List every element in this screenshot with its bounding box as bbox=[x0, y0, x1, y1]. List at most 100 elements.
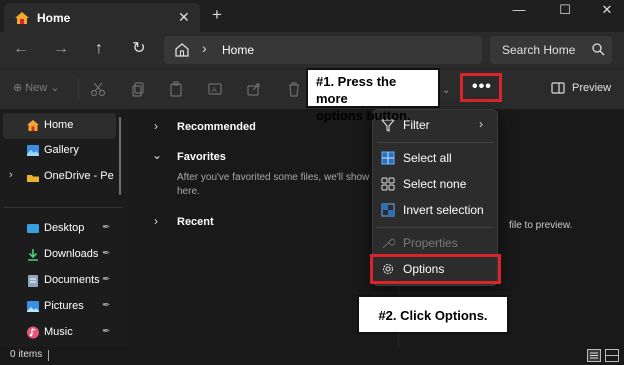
sidebar-item-home[interactable]: Home bbox=[3, 113, 116, 139]
details-view-icon[interactable] bbox=[587, 349, 601, 362]
title-bar: Home ✕ + — ☐ ✕ bbox=[0, 0, 624, 32]
close-window-button[interactable]: ✕ bbox=[597, 2, 617, 18]
sidebar-scrollbar[interactable] bbox=[119, 117, 121, 195]
tab-home[interactable]: Home ✕ bbox=[4, 3, 200, 32]
home-outline-icon bbox=[175, 43, 189, 57]
section-favorites[interactable]: Favorites bbox=[177, 151, 226, 163]
sidebar-item-music[interactable]: Music ✒ bbox=[0, 320, 124, 346]
sidebar-label: Home bbox=[44, 119, 74, 131]
up-button[interactable]: ↑ bbox=[88, 38, 110, 60]
search-icon bbox=[592, 43, 605, 56]
sidebar-item-pictures[interactable]: Pictures ✒ bbox=[0, 294, 124, 320]
sidebar-item-documents[interactable]: Documents ✒ bbox=[0, 268, 124, 294]
callout-text: options button. bbox=[316, 108, 411, 123]
item-count: 0 items bbox=[10, 349, 43, 360]
address-bar[interactable]: › Home bbox=[164, 36, 482, 64]
sidebar-label: Desktop bbox=[44, 222, 85, 234]
options-highlight bbox=[370, 254, 501, 284]
select-none-icon bbox=[381, 177, 395, 191]
preview-label: Preview bbox=[572, 82, 612, 94]
properties-icon bbox=[382, 238, 395, 249]
submenu-arrow-icon: › bbox=[479, 117, 483, 131]
invert-selection-icon bbox=[381, 203, 395, 217]
refresh-button[interactable]: ↻ bbox=[128, 38, 150, 60]
more-options-button[interactable]: ••• bbox=[460, 73, 502, 102]
sidebar-item-gallery[interactable]: Gallery bbox=[0, 138, 124, 164]
tab-close-button[interactable]: ✕ bbox=[178, 9, 190, 26]
rename-icon[interactable]: A bbox=[207, 81, 223, 97]
search-input[interactable]: Search Home bbox=[502, 43, 575, 57]
preview-pane-icon bbox=[551, 82, 565, 94]
status-divider bbox=[48, 350, 49, 361]
chevron-down-icon[interactable]: ⌄ bbox=[152, 148, 162, 162]
svg-text:A: A bbox=[212, 86, 217, 94]
documents-icon bbox=[28, 275, 38, 287]
tiles-view-icon[interactable] bbox=[605, 349, 619, 362]
onedrive-icon bbox=[27, 175, 39, 182]
search-box[interactable]: Search Home bbox=[490, 36, 612, 64]
delete-icon[interactable] bbox=[286, 81, 302, 97]
menu-separator bbox=[377, 227, 493, 228]
forward-button[interactable]: → bbox=[50, 38, 72, 60]
section-recommended[interactable]: Recommended bbox=[177, 121, 256, 133]
toolbar-divider bbox=[78, 79, 79, 99]
sidebar-item-downloads[interactable]: Downloads ✒ bbox=[0, 242, 124, 268]
menu-item-invert-selection[interactable]: Invert selection bbox=[373, 197, 497, 223]
callout-text: #1. Press the more bbox=[316, 74, 397, 106]
menu-separator bbox=[377, 142, 493, 143]
sidebar-label: Documents bbox=[44, 274, 100, 286]
pictures-icon bbox=[27, 301, 39, 312]
pin-icon: ✒ bbox=[102, 300, 111, 311]
favorites-empty-message: After you've favorited some files, we'll… bbox=[177, 172, 395, 197]
sidebar-label: Music bbox=[44, 326, 73, 338]
tab-title: Home bbox=[37, 11, 71, 25]
preview-pane-message: file to preview. bbox=[509, 220, 573, 231]
menu-item-properties: Properties bbox=[373, 230, 497, 256]
minimize-button[interactable]: — bbox=[509, 2, 529, 17]
chevron-right-icon[interactable]: › bbox=[154, 214, 158, 228]
pin-icon: ✒ bbox=[102, 274, 111, 285]
sidebar-item-onedrive[interactable]: › OneDrive - Perso bbox=[0, 164, 124, 190]
sidebar-label: Downloads bbox=[44, 248, 99, 260]
select-all-icon bbox=[381, 151, 395, 165]
copy-icon[interactable] bbox=[130, 81, 146, 97]
breadcrumb-home[interactable]: Home bbox=[222, 43, 254, 57]
gallery-icon bbox=[27, 145, 39, 156]
menu-label: Select none bbox=[403, 177, 467, 191]
cut-icon[interactable] bbox=[90, 81, 106, 97]
new-button[interactable]: ⊕ New ⌄ bbox=[13, 81, 60, 94]
menu-label: Select all bbox=[403, 151, 452, 165]
sidebar-label: Gallery bbox=[44, 144, 79, 156]
downloads-icon bbox=[28, 249, 38, 261]
pin-icon: ✒ bbox=[102, 222, 111, 233]
sidebar-label: Pictures bbox=[44, 300, 84, 312]
menu-label: Properties bbox=[403, 236, 458, 250]
share-icon[interactable] bbox=[246, 81, 262, 97]
step-1-callout: #1. Press the more options button. bbox=[306, 68, 440, 123]
new-tab-button[interactable]: + bbox=[212, 5, 222, 25]
menu-item-select-none[interactable]: Select none bbox=[373, 171, 497, 197]
navigation-bar: ← → ↑ ↻ › Home Search Home bbox=[0, 32, 624, 68]
pin-icon: ✒ bbox=[102, 326, 111, 337]
section-recent[interactable]: Recent bbox=[177, 216, 214, 228]
sidebar-item-desktop[interactable]: Desktop ✒ bbox=[0, 216, 124, 242]
back-button[interactable]: ← bbox=[10, 38, 32, 60]
maximize-button[interactable]: ☐ bbox=[555, 2, 575, 18]
status-bar: 0 items bbox=[0, 347, 624, 365]
navigation-pane: Home Gallery › OneDrive - Perso Desktop … bbox=[0, 109, 128, 347]
step-2-callout: #2. Click Options. bbox=[357, 295, 509, 334]
desktop-icon bbox=[27, 224, 39, 233]
more-options-icon: ••• bbox=[472, 78, 492, 95]
pin-icon: ✒ bbox=[102, 248, 111, 259]
menu-label: Invert selection bbox=[403, 203, 484, 217]
breadcrumb-separator: › bbox=[202, 40, 207, 56]
menu-item-select-all[interactable]: Select all bbox=[373, 145, 497, 171]
music-icon bbox=[27, 326, 39, 339]
chevron-right-icon[interactable]: › bbox=[154, 119, 158, 133]
home-icon bbox=[27, 120, 39, 131]
expand-chevron-icon[interactable]: › bbox=[9, 169, 13, 181]
sidebar-divider bbox=[4, 207, 122, 208]
home-icon bbox=[15, 12, 29, 24]
sort-chevron-icon[interactable]: ⌄ bbox=[442, 85, 450, 96]
paste-icon[interactable] bbox=[168, 81, 184, 97]
